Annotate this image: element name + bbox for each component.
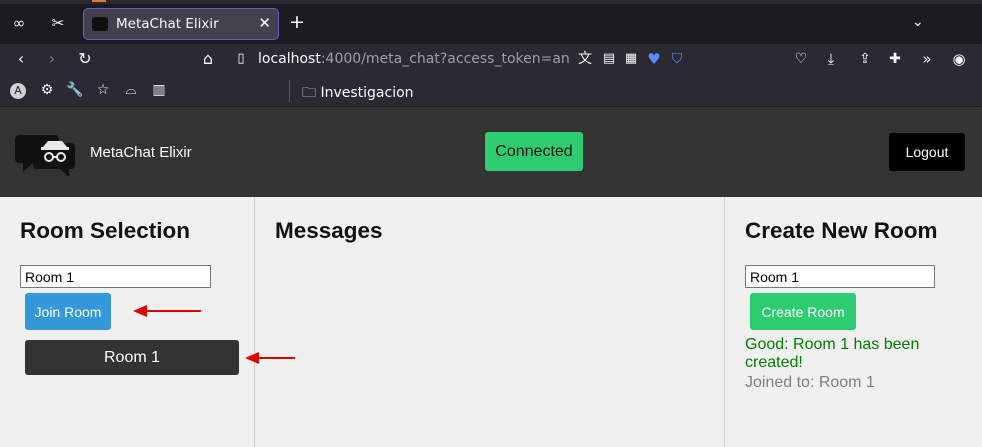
list-all-tabs-icon[interactable]: ⌄ bbox=[912, 14, 924, 30]
room-selection-panel: Room Selection Join Room Room 1 bbox=[0, 197, 255, 447]
spy-chat-logo-icon bbox=[15, 129, 77, 177]
extension-puzzle-icon[interactable]: ✂ bbox=[47, 13, 69, 33]
bookmark-star-icon[interactable]: ☆ bbox=[94, 81, 112, 99]
reader-icon[interactable]: ▤ bbox=[599, 49, 619, 69]
folder-icon: 🗀 bbox=[302, 85, 316, 101]
bookmark-folder[interactable]: 🗀 Investigacion bbox=[302, 82, 414, 106]
back-icon[interactable]: ‹ bbox=[11, 49, 31, 69]
infinity-icon[interactable]: ∞ bbox=[8, 13, 30, 33]
room-select-input[interactable] bbox=[20, 265, 211, 288]
create-room-panel: Create New Room Create Room Good: Room 1… bbox=[725, 197, 982, 447]
translate-icon[interactable]: 文 bbox=[575, 49, 595, 69]
red-arrow-icon bbox=[245, 352, 295, 364]
red-arrow-icon bbox=[133, 305, 201, 317]
create-room-title: Create New Room bbox=[745, 218, 938, 243]
bookmarks-separator bbox=[289, 80, 290, 102]
room-selection-title: Room Selection bbox=[20, 218, 191, 243]
sidebar-icon[interactable]: ▥ bbox=[150, 81, 168, 99]
url-host: localhost bbox=[258, 51, 321, 67]
browser-tab-strip: ∞ ✂ MetaChat Elixir ✕ + ⌄ bbox=[0, 0, 982, 44]
address-bar[interactable]: localhost:4000/meta_chat?access_token=an bbox=[258, 51, 570, 67]
overflow-icon[interactable]: » bbox=[917, 49, 937, 69]
extensions-icon[interactable]: ✚ bbox=[885, 49, 905, 69]
page-icon: ▯ bbox=[237, 51, 245, 66]
new-tab-icon[interactable]: + bbox=[289, 13, 305, 32]
pocket-icon[interactable]: ♡ bbox=[791, 49, 811, 69]
reload-icon[interactable]: ↻ bbox=[75, 49, 95, 69]
bookmark-folder-label: Investigacion bbox=[320, 85, 414, 101]
room-list-item[interactable]: Room 1 bbox=[25, 340, 239, 375]
url-path: :4000/meta_chat?access_token=an bbox=[320, 51, 570, 67]
window-accent-mark bbox=[92, 0, 106, 2]
tab-title: MetaChat Elixir bbox=[116, 16, 219, 32]
heart-icon[interactable]: ♥ bbox=[644, 49, 664, 69]
browser-tab-active[interactable]: MetaChat Elixir ✕ bbox=[83, 8, 279, 40]
home-icon[interactable]: ⌂ bbox=[198, 49, 218, 69]
logout-button[interactable]: Logout bbox=[889, 133, 965, 171]
room-created-message: Good: Room 1 has been created! bbox=[745, 336, 920, 371]
app-brand-name: MetaChat Elixir bbox=[90, 144, 192, 161]
connection-status-badge: Connected bbox=[485, 132, 583, 171]
tab-favicon-icon bbox=[92, 17, 108, 31]
joined-room-message: Joined to: Room 1 bbox=[745, 374, 875, 391]
main-content: Room Selection Join Room Room 1 Messages… bbox=[0, 197, 982, 447]
qr-icon[interactable]: ▦ bbox=[621, 49, 641, 69]
account-icon[interactable]: A bbox=[10, 83, 26, 99]
download-icon[interactable]: ⤓ bbox=[821, 49, 841, 69]
window-top-border bbox=[0, 0, 982, 4]
forward-icon[interactable]: › bbox=[42, 49, 62, 69]
messages-title: Messages bbox=[275, 218, 383, 243]
share-icon[interactable]: ⇪ bbox=[855, 49, 875, 69]
firefox-icon[interactable]: ◉ bbox=[949, 49, 969, 69]
browser-nav-bar: ‹ › ↻ ⌂ ▯ localhost:4000/meta_chat?acces… bbox=[0, 44, 982, 76]
bookmarks-toolbar: A ⚙ 🔧 ☆ ⌓ ▥ 🗀 Investigacion bbox=[0, 76, 982, 106]
create-room-button[interactable]: Create Room bbox=[750, 293, 856, 330]
join-room-button[interactable]: Join Room bbox=[25, 293, 111, 330]
eye-closed-icon[interactable]: ⌓ bbox=[122, 81, 140, 99]
shield-icon[interactable]: ⛉ bbox=[667, 49, 687, 69]
gear-icon[interactable]: ⚙ bbox=[38, 81, 56, 99]
new-room-input[interactable] bbox=[745, 265, 935, 288]
wrench-icon[interactable]: 🔧 bbox=[66, 81, 84, 99]
tab-close-icon[interactable]: ✕ bbox=[258, 14, 271, 32]
messages-panel: Messages bbox=[245, 197, 725, 447]
app-header: MetaChat Elixir Connected Logout bbox=[0, 107, 982, 197]
